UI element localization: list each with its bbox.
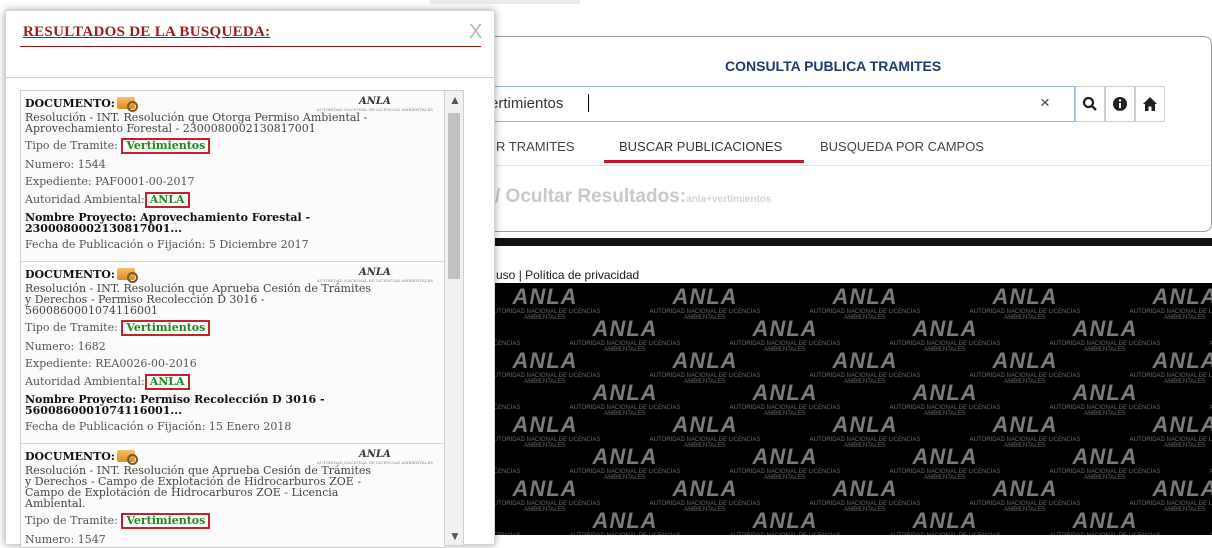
fecha-publicacion: Fecha de Publicación o Fijación: 15 Ener… (25, 420, 292, 433)
text-caret (588, 94, 589, 112)
footer-band (470, 238, 1212, 246)
document-search-icon[interactable] (116, 268, 138, 283)
active-tab-indicator (604, 160, 804, 163)
anla-watermark-logo: ANLAAUTORIDAD NACIONAL DE LICENCIAS AMBI… (890, 508, 1001, 536)
tab-busqueda-por-campos[interactable]: BUSQUEDA POR CAMPOS (820, 139, 984, 154)
info-icon (1113, 97, 1127, 111)
anla-watermark-logo: ANLAAUTORIDAD NACIONAL DE LICENCIAS AMBI… (730, 508, 841, 536)
document-label: DOCUMENTO: (25, 449, 115, 463)
toggle-results-label[interactable]: / Ocultar Resultados: (495, 186, 686, 207)
result-description: Resolución - INT. Resolución que Aprueba… (25, 464, 372, 510)
terms-link[interactable]: uso (496, 268, 515, 282)
footer-separator: | (515, 268, 526, 282)
document-search-icon[interactable] (116, 450, 138, 465)
numero: Numero: 1544 (25, 158, 106, 171)
modal-divider (6, 77, 494, 78)
result-description: Resolución - INT. Resolución que Aprueba… (25, 282, 372, 317)
anla-logo: ANLA AUTORIDAD NACIONAL DE LICENCIAS AMBI… (316, 267, 433, 284)
results-scrollbar[interactable]: ▲ ▼ (444, 90, 464, 546)
clear-search-button[interactable]: × (1040, 93, 1050, 113)
home-button[interactable] (1135, 86, 1165, 122)
document-search-icon[interactable] (116, 97, 138, 112)
title-underline (20, 46, 481, 47)
top-bar-fragment (430, 0, 580, 4)
numero: Numero: 1682 (25, 340, 106, 353)
tab-tramites[interactable]: R TRAMITES (496, 139, 575, 154)
tipo-tramite-value: Vertimientos (121, 320, 211, 336)
footer-links: uso | Política de privacidad (496, 268, 639, 282)
tipo-tramite-row: Tipo de Tramite: Vertimientos (25, 513, 439, 529)
expediente: Expediente: REA0026-00-2016 (25, 357, 197, 370)
result-card: DOCUMENTO: ANLA AUTORIDAD NACIONAL DE LIC… (21, 91, 445, 262)
autoridad-value: ANLA (144, 374, 190, 390)
autoridad-row: Autoridad Ambiental: ANLA (25, 374, 439, 390)
home-icon (1143, 97, 1157, 111)
fecha-publicacion: Fecha de Publicación o Fijación: 5 Dicie… (25, 238, 309, 251)
results-list[interactable]: DOCUMENTO: ANLA AUTORIDAD NACIONAL DE LIC… (20, 90, 446, 548)
privacy-link[interactable]: Política de privacidad (525, 268, 639, 282)
search-results-modal: RESULTADOS DE LA BUSQUEDA: X DOCUMENTO: … (5, 10, 495, 548)
tipo-tramite-row: Tipo de Tramite: Vertimientos (25, 138, 439, 154)
tipo-tramite-value: Vertimientos (121, 138, 211, 154)
expediente: Expediente: PAF0001-00-2017 (25, 175, 195, 188)
document-label: DOCUMENTO: (25, 96, 115, 110)
page-title: CONSULTA PUBLICA TRAMITES (725, 58, 942, 74)
nombre-proyecto: Nombre Proyecto: Aprovechamiento Foresta… (25, 211, 311, 235)
result-description: Resolución - INT. Resolución que Otorga … (25, 111, 368, 135)
info-button[interactable] (1105, 86, 1135, 122)
tipo-tramite-row: Tipo de Tramite: Vertimientos (25, 320, 439, 336)
autoridad-value: ANLA (144, 192, 190, 208)
document-label: DOCUMENTO: (25, 267, 115, 281)
anla-watermark-logo: ANLAAUTORIDAD NACIONAL DE LICENCIAS AMBI… (1050, 508, 1161, 536)
tipo-tramite-value: Vertimientos (121, 513, 211, 529)
search-input-value[interactable]: ertimientos (490, 95, 563, 112)
tab-buscar-publicaciones[interactable]: BUSCAR PUBLICACIONES (619, 139, 782, 154)
scroll-thumb[interactable] (448, 113, 460, 279)
logo-pattern-background: ANLA AUTORIDAD NACIONAL DE LICENCIAS AMBI… (470, 283, 1212, 535)
anla-watermark-logo: ANLAAUTORIDAD NACIONAL DE LICENCIAS AMBI… (570, 508, 681, 536)
close-icon[interactable]: X (469, 21, 482, 44)
result-card: DOCUMENTO: ANLA AUTORIDAD NACIONAL DE LIC… (21, 262, 445, 444)
nombre-proyecto: Nombre Proyecto: Permiso Recolección D 3… (25, 393, 325, 417)
tabs-divider (470, 165, 1210, 166)
scroll-down-icon[interactable]: ▼ (449, 529, 461, 543)
search-button[interactable] (1075, 86, 1105, 122)
result-card: DOCUMENTO: ANLA AUTORIDAD NACIONAL DE LIC… (21, 444, 445, 547)
scroll-up-icon[interactable]: ▲ (449, 93, 461, 107)
toggle-results-link[interactable]: / Ocultar Resultados:anla+vertimientos (495, 186, 771, 208)
anla-watermark-logo: ANLAAUTORIDAD NACIONAL DE LICENCIAS AMBI… (1190, 509, 1212, 535)
autoridad-row: Autoridad Ambiental: ANLA (25, 192, 439, 208)
search-icon (1082, 96, 1097, 111)
anla-logo: ANLA AUTORIDAD NACIONAL DE LICENCIAS AMBI… (316, 449, 433, 466)
anla-logo: ANLA AUTORIDAD NACIONAL DE LICENCIAS AMBI… (316, 96, 433, 113)
modal-title: RESULTADOS DE LA BUSQUEDA: (23, 24, 271, 40)
toggle-results-query: anla+vertimientos (686, 194, 772, 205)
